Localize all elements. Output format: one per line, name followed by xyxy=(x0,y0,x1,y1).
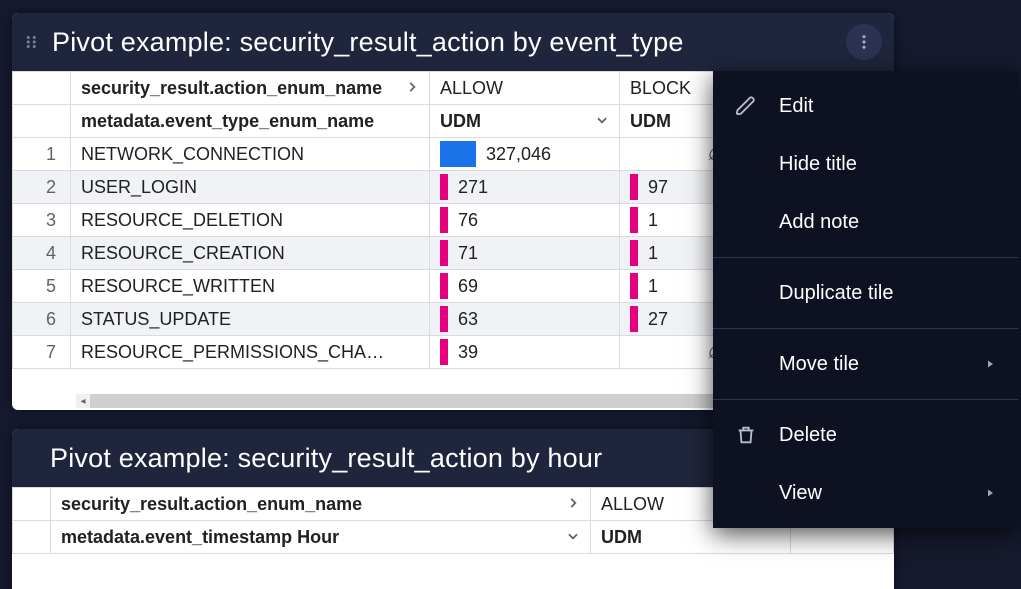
row-number: 5 xyxy=(13,270,71,303)
blank-icon xyxy=(735,353,757,375)
menu-item-hide-title[interactable]: Hide title xyxy=(713,135,1018,193)
menu-divider xyxy=(713,399,1018,400)
menu-item-label: Delete xyxy=(779,424,996,447)
menu-item-label: Hide title xyxy=(779,153,996,176)
column-header[interactable]: security_result.action_enum_name xyxy=(71,72,430,105)
row-label: RESOURCE_PERMISSIONS_CHA… xyxy=(71,336,430,369)
row-label: RESOURCE_WRITTEN xyxy=(71,270,430,303)
chevron-down-icon xyxy=(595,111,609,132)
cell-value: 327,046 xyxy=(430,138,620,171)
column-header[interactable]: UDM xyxy=(430,105,620,138)
column-header[interactable]: metadata.event_timestamp Hour xyxy=(51,521,591,554)
header-label: metadata.event_timestamp Hour xyxy=(61,527,339,548)
menu-item-delete[interactable]: Delete xyxy=(713,406,1018,464)
menu-divider xyxy=(713,328,1018,329)
chevron-right-icon xyxy=(566,494,580,515)
menu-divider xyxy=(713,257,1018,258)
chevron-right-icon xyxy=(984,482,996,505)
blank-icon xyxy=(735,282,757,304)
cell-value: 76 xyxy=(430,204,620,237)
blank-icon xyxy=(735,211,757,233)
header-blank xyxy=(13,488,51,521)
header-label: security_result.action_enum_name xyxy=(61,494,362,515)
column-header[interactable]: security_result.action_enum_name xyxy=(51,488,591,521)
cell-value: 271 xyxy=(430,171,620,204)
menu-item-label: Move tile xyxy=(779,353,962,376)
header-label: security_result.action_enum_name xyxy=(81,78,382,99)
row-label: RESOURCE_CREATION xyxy=(71,237,430,270)
tile-menu-button[interactable] xyxy=(846,24,882,60)
scroll-left-icon[interactable]: ◂ xyxy=(76,394,90,408)
menu-item-label: Edit xyxy=(779,95,996,118)
tile-context-menu: Edit Hide title Add note Duplicate tile … xyxy=(713,71,1018,528)
column-header[interactable]: ALLOW xyxy=(430,72,620,105)
column-header[interactable]: metadata.event_type_enum_name xyxy=(71,105,430,138)
menu-item-view[interactable]: View xyxy=(713,464,1018,522)
blank-icon xyxy=(735,153,757,175)
blank-icon xyxy=(735,482,757,504)
menu-item-edit[interactable]: Edit xyxy=(713,77,1018,135)
header-blank xyxy=(13,521,51,554)
row-number: 6 xyxy=(13,303,71,336)
menu-item-label: View xyxy=(779,482,962,505)
trash-icon xyxy=(735,424,757,446)
menu-item-move[interactable]: Move tile xyxy=(713,335,1018,393)
chevron-right-icon xyxy=(405,78,419,99)
tile-header: Pivot example: security_result_action by… xyxy=(12,13,894,71)
row-number: 3 xyxy=(13,204,71,237)
row-label: USER_LOGIN xyxy=(71,171,430,204)
header-label: UDM xyxy=(440,111,481,132)
cell-value: 39 xyxy=(430,336,620,369)
chevron-down-icon xyxy=(566,527,580,548)
row-label: NETWORK_CONNECTION xyxy=(71,138,430,171)
tile-title: Pivot example: security_result_action by… xyxy=(20,443,602,474)
cell-value: 63 xyxy=(430,303,620,336)
menu-item-duplicate[interactable]: Duplicate tile xyxy=(713,264,1018,322)
drag-handle-icon[interactable] xyxy=(20,30,44,54)
tile-title: Pivot example: security_result_action by… xyxy=(50,27,684,58)
row-number: 1 xyxy=(13,138,71,171)
header-blank xyxy=(13,105,71,138)
row-number: 4 xyxy=(13,237,71,270)
row-label: RESOURCE_DELETION xyxy=(71,204,430,237)
chevron-right-icon xyxy=(984,353,996,376)
menu-item-label: Add note xyxy=(779,211,996,234)
menu-item-add-note[interactable]: Add note xyxy=(713,193,1018,251)
row-label: STATUS_UPDATE xyxy=(71,303,430,336)
pencil-icon xyxy=(735,95,757,117)
cell-value: 69 xyxy=(430,270,620,303)
header-blank xyxy=(13,72,71,105)
cell-value: 71 xyxy=(430,237,620,270)
row-number: 2 xyxy=(13,171,71,204)
row-number: 7 xyxy=(13,336,71,369)
menu-item-label: Duplicate tile xyxy=(779,282,996,305)
